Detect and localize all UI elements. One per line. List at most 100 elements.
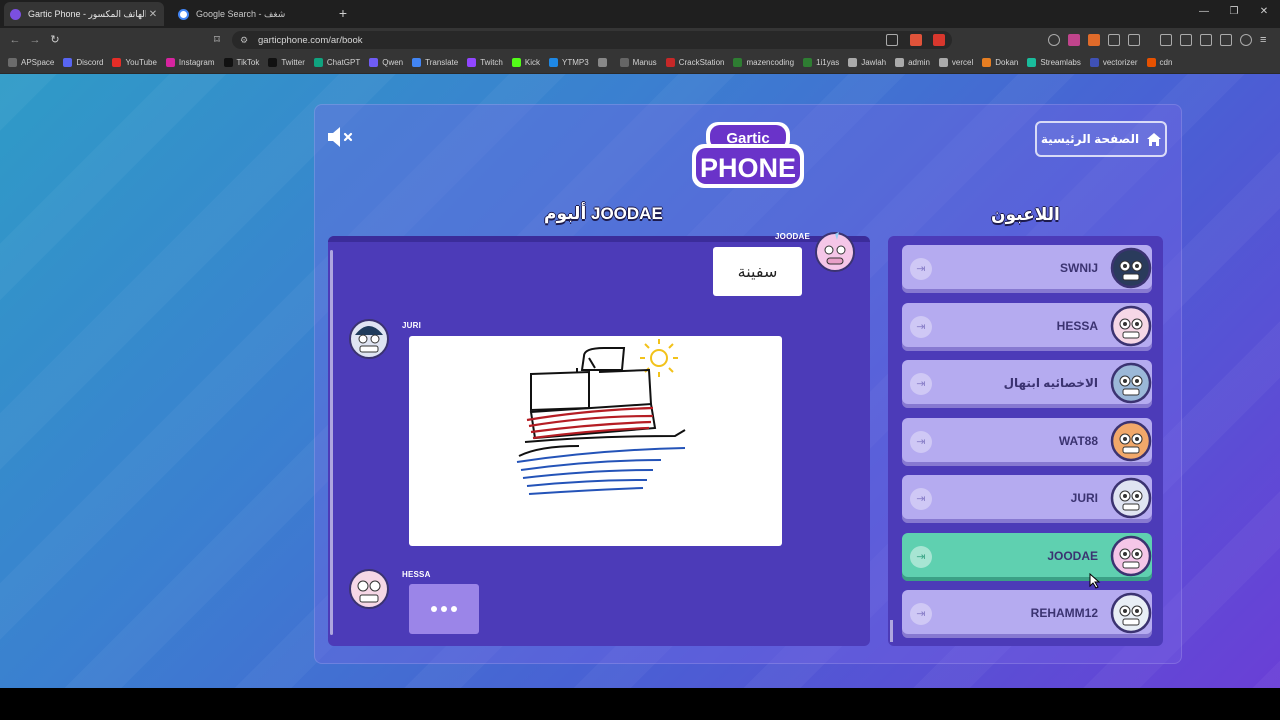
- wallet-icon[interactable]: [1200, 34, 1212, 46]
- bookmark-favicon-icon: [848, 58, 858, 67]
- kick-player-icon[interactable]: ⇥: [910, 258, 932, 280]
- bookmark-item[interactable]: [597, 58, 611, 67]
- bookmark-favicon-icon: [549, 58, 558, 67]
- close-window-icon[interactable]: ✕: [1254, 6, 1274, 17]
- player-row[interactable]: ⇥ الاخصائيه ابتهال: [902, 360, 1152, 408]
- bookmark-item[interactable]: ChatGPT: [313, 58, 360, 67]
- player-row[interactable]: ⇥ SWNIJ: [902, 245, 1152, 293]
- tab-title: Google Search - شغف: [196, 8, 286, 19]
- extensions-puzzle-icon[interactable]: [1108, 34, 1120, 46]
- bookmark-item[interactable]: Dokan: [982, 58, 1018, 67]
- bookmark-item[interactable]: Streamlabs: [1027, 58, 1081, 67]
- bookmark-item[interactable]: 1i1yas: [803, 58, 839, 67]
- address-bar[interactable]: ⚙ garticphone.com/ar/book: [232, 31, 952, 49]
- extension-icon[interactable]: [1088, 34, 1100, 46]
- minimize-icon[interactable]: —: [1194, 6, 1214, 17]
- brave-shield-icon[interactable]: [910, 34, 922, 46]
- site-info-icon[interactable]: ⚙: [240, 35, 250, 45]
- bookmark-item[interactable]: YTMP3: [549, 58, 589, 67]
- extension-icon[interactable]: [1048, 34, 1060, 46]
- player-name: JOODAE: [1047, 548, 1098, 563]
- bookmark-favicon-icon: [938, 58, 948, 67]
- bookmark-favicon-icon: [8, 58, 17, 67]
- sidebar-icon[interactable]: [1180, 34, 1192, 46]
- reload-icon[interactable]: ↻: [48, 33, 62, 47]
- kick-player-icon[interactable]: ⇥: [910, 488, 932, 510]
- leo-ai-icon[interactable]: [1220, 34, 1232, 46]
- home-button[interactable]: الصفحة الرئيسية: [1035, 121, 1167, 157]
- players-scrollbar[interactable]: [890, 620, 893, 642]
- player-row[interactable]: ⇥ HESSA: [902, 302, 1152, 351]
- bookmark-item[interactable]: YouTube: [112, 58, 157, 67]
- bookmark-item[interactable]: Discord: [63, 58, 103, 67]
- bookmark-item[interactable]: Twitter: [268, 58, 305, 67]
- share-icon[interactable]: [886, 34, 898, 46]
- bookmark-item[interactable]: cdn: [1146, 58, 1173, 67]
- player-row[interactable]: ⇥ REHAMM12: [902, 590, 1152, 638]
- bookmark-label: Twitch: [480, 58, 503, 67]
- bookmark-item[interactable]: vercel: [938, 58, 973, 67]
- player-avatar: [1110, 362, 1152, 404]
- kick-player-icon[interactable]: ⇥: [910, 315, 932, 338]
- media-icon[interactable]: [1160, 34, 1172, 46]
- menu-icon[interactable]: ≡: [1260, 34, 1272, 46]
- gartic-phone-logo: Gartic PHONE: [688, 120, 808, 192]
- bottom-black-bar: [0, 688, 1280, 720]
- typing-indicator: [409, 584, 479, 634]
- bookmark-label: APSpace: [21, 58, 55, 67]
- restore-icon[interactable]: ❐: [1224, 6, 1244, 17]
- album-title: ألبوم JOODAE: [544, 204, 663, 223]
- bookmark-label: Translate: [425, 58, 459, 67]
- album-scrollbar[interactable]: [330, 250, 333, 635]
- bookmark-item[interactable]: Twitch: [467, 58, 503, 67]
- browser-tab-bar: Gartic Phone - لعبة الهاتف المكسور ✕ Goo…: [0, 0, 1280, 28]
- bookmark-item[interactable]: Manus: [619, 58, 657, 67]
- bookmark-item[interactable]: Kick: [511, 58, 540, 67]
- bookmark-label: Twitter: [281, 58, 305, 67]
- player-avatar: [1110, 477, 1152, 519]
- bookmark-item[interactable]: Translate: [412, 58, 458, 67]
- kick-player-icon[interactable]: ⇥: [910, 373, 932, 395]
- extension-icon[interactable]: [1068, 34, 1080, 46]
- bookmark-favicon-icon: [982, 58, 992, 67]
- mute-button[interactable]: [326, 126, 356, 148]
- back-icon[interactable]: ←: [8, 33, 22, 47]
- kick-player-icon[interactable]: ⇥: [910, 603, 932, 625]
- bookmark-label: Manus: [632, 58, 657, 67]
- typing-dot: [441, 606, 447, 612]
- bookmark-item[interactable]: admin: [895, 58, 930, 67]
- text-message-bubble: سفينة: [713, 247, 802, 296]
- rewards-icon[interactable]: [933, 34, 945, 46]
- new-tab-button[interactable]: +: [336, 5, 350, 21]
- bookmark-item[interactable]: Instagram: [165, 58, 215, 67]
- player-row[interactable]: ⇥ JURI: [902, 475, 1152, 523]
- player-row[interactable]: ⇥ JOODAE: [902, 532, 1152, 581]
- bookmark-page-icon[interactable]: ⌑: [210, 33, 224, 47]
- extension-icon[interactable]: [1128, 34, 1140, 46]
- bookmark-label: cdn: [1159, 58, 1173, 67]
- kick-player-icon[interactable]: ⇥: [910, 545, 932, 568]
- bookmark-item[interactable]: TikTok: [223, 58, 259, 67]
- player-avatar: [1110, 592, 1152, 634]
- bookmark-favicon-icon: [223, 58, 233, 67]
- bookmark-favicon-icon: [733, 58, 743, 67]
- bookmark-favicon-icon: [803, 58, 813, 67]
- player-name: REHAMM12: [1030, 606, 1098, 620]
- kick-player-icon[interactable]: ⇥: [910, 430, 932, 453]
- player-row[interactable]: ⇥ WAT88: [902, 417, 1152, 466]
- bookmark-item[interactable]: APSpace: [8, 58, 54, 67]
- bookmark-item[interactable]: Jawlah: [848, 58, 886, 67]
- bookmark-item[interactable]: vectorizer: [1089, 58, 1138, 67]
- tab-gartic-phone[interactable]: Gartic Phone - لعبة الهاتف المكسور ✕: [4, 2, 164, 26]
- forward-icon[interactable]: →: [28, 33, 42, 47]
- close-tab-icon[interactable]: ✕: [146, 9, 160, 20]
- message-author: HESSA: [402, 570, 431, 579]
- player-name: JURI: [1070, 491, 1098, 505]
- bookmark-item[interactable]: Qwen: [369, 58, 403, 67]
- bookmark-item[interactable]: mazencoding: [733, 58, 794, 67]
- tab-google-search[interactable]: Google Search - شغف: [172, 2, 332, 26]
- player-avatar: [1110, 535, 1152, 577]
- bookmark-label: CrackStation: [678, 58, 725, 67]
- bookmark-item[interactable]: CrackStation: [665, 58, 725, 67]
- vpn-icon[interactable]: [1240, 34, 1252, 46]
